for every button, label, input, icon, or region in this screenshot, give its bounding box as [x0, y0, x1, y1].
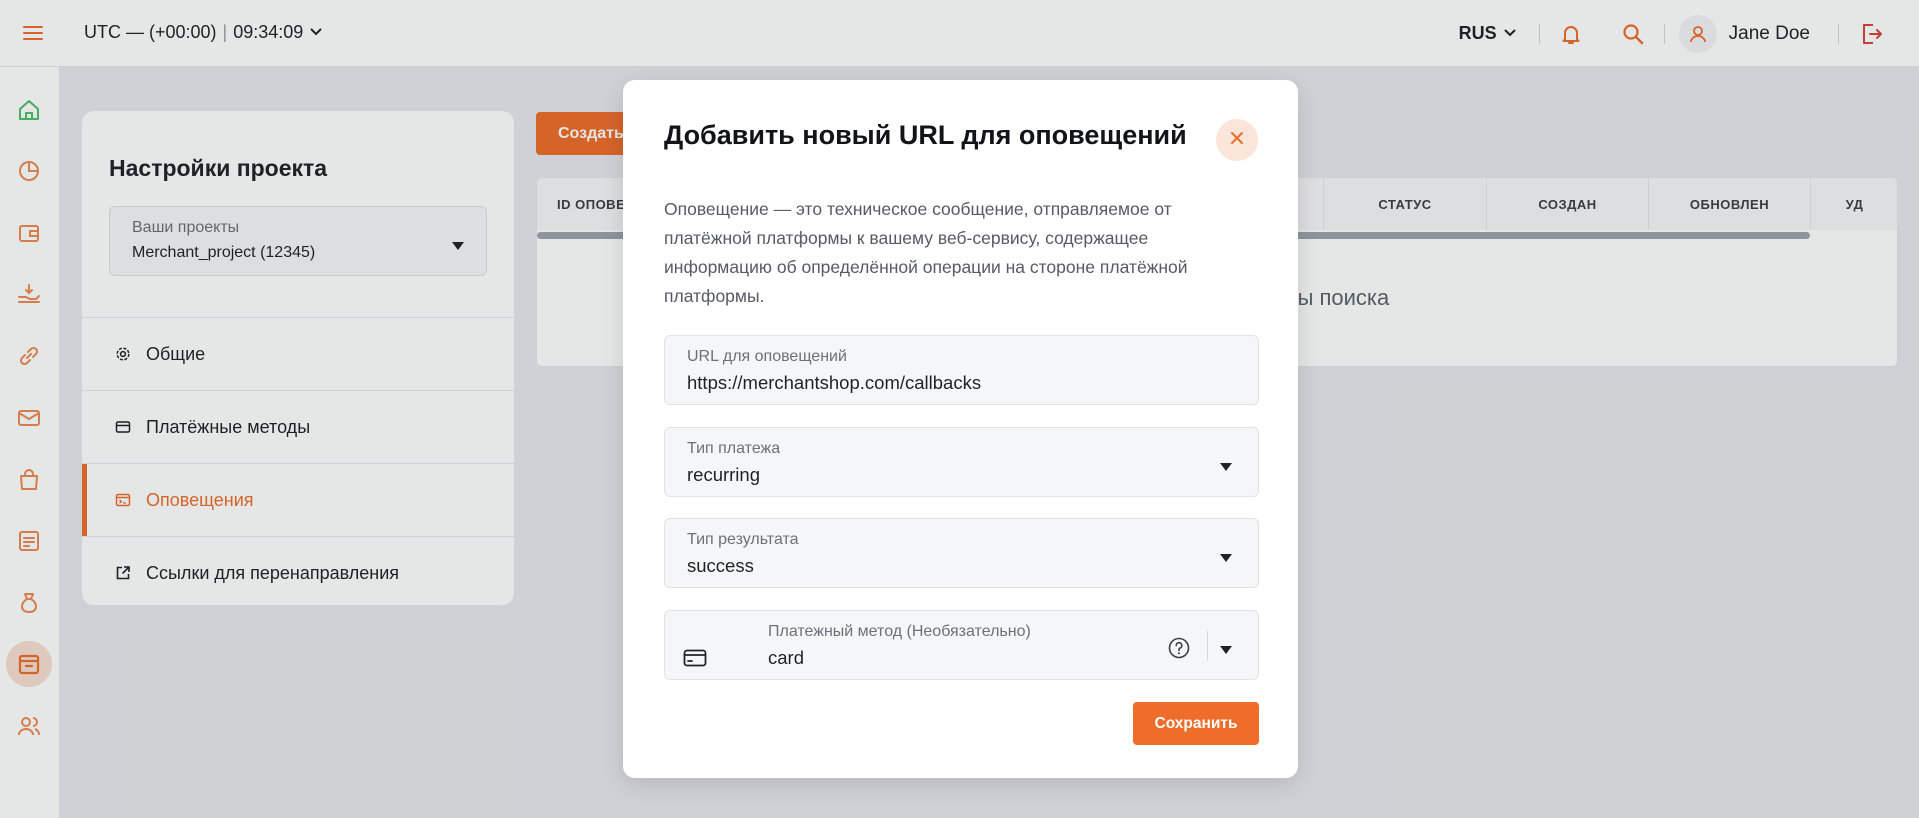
field-label: Тип результата — [687, 531, 799, 548]
help-icon[interactable] — [1168, 637, 1190, 664]
field-label: Платежный метод (Необязательно) — [768, 623, 1031, 640]
field-label: URL для оповещений — [687, 348, 847, 365]
close-icon — [1229, 130, 1245, 151]
save-button[interactable]: Сохранить — [1133, 702, 1259, 745]
field-label: Тип платежа — [687, 440, 781, 457]
divider — [1207, 631, 1208, 661]
add-notification-url-modal: Добавить новый URL для оповещений Оповещ… — [623, 80, 1298, 778]
result-type-select[interactable]: Тип результата success — [664, 518, 1259, 588]
notification-url-field[interactable]: URL для оповещений https://merchantshop.… — [664, 335, 1259, 405]
field-value: https://merchantshop.com/callbacks — [687, 372, 982, 393]
modal-description: Оповещение — это техническое сообщение, … — [664, 199, 1188, 306]
caret-down-icon — [1220, 549, 1232, 567]
caret-down-icon — [1220, 641, 1232, 659]
caret-down-icon — [1220, 458, 1232, 476]
field-value: card — [768, 647, 804, 668]
modal-title: Добавить новый URL для оповещений — [664, 120, 1187, 150]
payment-method-select[interactable]: Платежный метод (Необязательно) card — [664, 610, 1259, 680]
field-value: success — [687, 555, 754, 576]
close-button[interactable] — [1216, 119, 1258, 161]
card-icon — [683, 649, 707, 672]
payment-type-select[interactable]: Тип платежа recurring — [664, 427, 1259, 497]
field-value: recurring — [687, 464, 760, 485]
